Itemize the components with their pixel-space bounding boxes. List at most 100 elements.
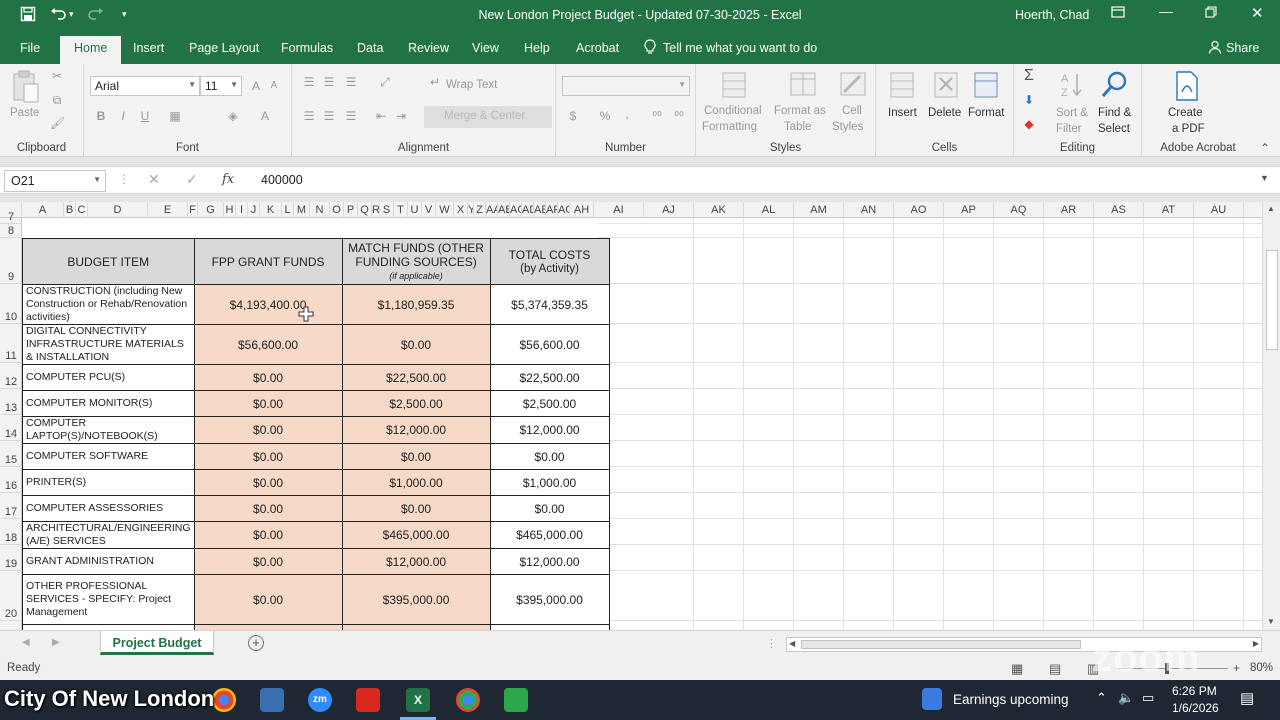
share-icon[interactable]	[1208, 40, 1222, 57]
column-header[interactable]: S	[380, 202, 394, 218]
excel-icon[interactable]: X	[406, 688, 430, 712]
column-header[interactable]: L	[282, 202, 294, 218]
cell-match-funds[interactable]: $465,000.00	[341, 521, 491, 549]
cell-match-funds[interactable]: $395,000.00	[341, 574, 491, 625]
column-header[interactable]: AJ	[644, 202, 694, 218]
row-header[interactable]: 14	[0, 415, 22, 441]
scroll-right-icon[interactable]: ▶	[1253, 639, 1259, 648]
acrobat-icon[interactable]	[356, 688, 380, 712]
add-sheet-icon[interactable]: +	[248, 635, 264, 651]
cell-match-funds[interactable]: $0.00	[341, 495, 491, 522]
column-header[interactable]: J	[248, 202, 260, 218]
increase-indent-icon[interactable]: ⇥	[394, 110, 408, 122]
column-header[interactable]: B	[64, 202, 76, 218]
paste-icon[interactable]	[12, 70, 40, 107]
cell-budget-item[interactable]: COMPUTER SOFTWARE	[22, 443, 195, 470]
font-name-select[interactable]: Arial ▼	[90, 76, 200, 96]
cancel-entry-icon[interactable]: ✕	[148, 171, 160, 188]
cell-budget-item[interactable]: GRANT ADMINISTRATION	[22, 548, 195, 575]
cell-grant-funds[interactable]: $0.00	[193, 521, 343, 549]
column-header[interactable]: I	[236, 202, 248, 218]
increase-font-icon[interactable]: A	[249, 80, 263, 92]
autosum-icon[interactable]: Σ	[1022, 68, 1036, 84]
font-color-icon[interactable]: A	[258, 110, 272, 122]
worksheet-grid[interactable]: ABCDEFGHIJKLMNOPQRSTUVWXYZAAABACADAEAFAG…	[0, 202, 1262, 630]
column-header[interactable]: AL	[744, 202, 794, 218]
normal-view-icon[interactable]: ▦	[1011, 661, 1023, 677]
column-header[interactable]: Z	[474, 202, 486, 218]
column-header[interactable]: V	[422, 202, 436, 218]
currency-button[interactable]: $	[566, 110, 580, 122]
horizontal-scroll-thumb[interactable]	[801, 640, 1081, 649]
align-top-icon[interactable]: ☰	[302, 76, 316, 88]
tab-page-layout[interactable]: Page Layout	[189, 41, 259, 55]
column-header[interactable]: D	[88, 202, 148, 218]
close-icon[interactable]: ✕	[1251, 4, 1264, 22]
expand-formula-bar-icon[interactable]: ▼	[1260, 173, 1269, 183]
cell-budget-item[interactable]: COMPUTER PCU(S)	[22, 364, 195, 391]
borders-icon[interactable]: ▦	[168, 110, 182, 122]
format-as-table-line1[interactable]: Format as	[774, 104, 826, 119]
cell-grant-funds[interactable]: $0.00	[193, 364, 343, 391]
earnings-widget-text[interactable]: Earnings upcoming	[953, 692, 1069, 707]
ribbon-display-options-icon[interactable]	[1111, 5, 1125, 22]
column-header[interactable]: AK	[694, 202, 744, 218]
cell-budget-item[interactable]: PRINTER(S)	[22, 469, 195, 496]
column-header[interactable]: AE	[534, 202, 546, 218]
column-header[interactable]: A	[22, 202, 64, 218]
tab-formulas[interactable]: Formulas	[281, 41, 333, 55]
cell-total-costs[interactable]: $0.00	[489, 443, 610, 470]
column-header[interactable]: N	[310, 202, 330, 218]
align-bottom-icon[interactable]: ☰	[344, 76, 358, 88]
cell-grant-funds[interactable]: $0.00	[193, 390, 343, 417]
cell-grant-funds[interactable]: $0.00	[193, 495, 343, 522]
confirm-entry-icon[interactable]: ✓	[186, 171, 198, 188]
cell-grant-funds[interactable]: $0.00	[193, 443, 343, 470]
cell-budget-item[interactable]: COMPUTER ASSESSORIES	[22, 495, 195, 522]
cell-grant-funds[interactable]: $0.00	[193, 469, 343, 496]
column-header[interactable]: H	[224, 202, 236, 218]
header-total-costs[interactable]: TOTAL COSTS (by Activity)	[489, 238, 610, 285]
column-header[interactable]: C	[76, 202, 88, 218]
cell-budget-item[interactable]: CONSTRUCTION (including New Construction…	[22, 284, 195, 325]
cell-total-costs[interactable]: $465,000.00	[489, 521, 610, 549]
cell-total-costs[interactable]: $1,000.00	[489, 469, 610, 496]
zoom-in-icon[interactable]: +	[1233, 661, 1240, 675]
outlook-icon[interactable]	[260, 688, 284, 712]
column-header[interactable]: K	[260, 202, 282, 218]
cell-budget-item[interactable]: COMPUTER LAPTOP(S)/NOTEBOOK(S)	[22, 416, 195, 444]
align-right-icon[interactable]: ☰	[344, 110, 358, 122]
column-header[interactable]: P	[344, 202, 358, 218]
align-left-icon[interactable]: ☰	[302, 110, 316, 122]
cut-icon[interactable]: ✂	[50, 70, 64, 82]
clock-time[interactable]: 6:26 PM	[1172, 684, 1217, 698]
copy-icon[interactable]: ⧉	[50, 94, 64, 106]
header-grant-funds[interactable]: FPP GRANT FUNDS	[193, 238, 343, 285]
column-header[interactable]: R	[372, 202, 380, 218]
italic-icon[interactable]: I	[116, 110, 130, 122]
cell-total-costs[interactable]: $395,000.00	[489, 574, 610, 625]
conditional-formatting-line1[interactable]: Conditional	[704, 104, 762, 119]
conditional-formatting-line2[interactable]: Formatting	[702, 120, 757, 135]
zoom-level[interactable]: 80%	[1250, 662, 1273, 674]
row-header[interactable]: 12	[0, 363, 22, 389]
column-header[interactable]: AF	[546, 202, 558, 218]
chevron-up-icon[interactable]: ⌃	[1096, 690, 1107, 706]
wrap-text-icon[interactable]: ↵	[428, 76, 442, 88]
increase-decimal-icon[interactable]: ⁰⁰	[650, 110, 664, 122]
cell-match-funds[interactable]: $0.00	[341, 443, 491, 470]
formula-input[interactable]: 400000	[261, 173, 303, 187]
scroll-up-icon[interactable]: ▲	[1267, 204, 1275, 213]
cell-match-funds[interactable]: $12,000.00	[341, 416, 491, 444]
column-header[interactable]: AR	[1044, 202, 1094, 218]
column-header[interactable]: AB	[498, 202, 510, 218]
cell-grant-funds[interactable]: $0.00	[193, 416, 343, 444]
restore-icon[interactable]	[1205, 5, 1217, 21]
row-header[interactable]: 10	[0, 284, 22, 324]
row-header[interactable]: 9	[0, 238, 22, 284]
zoom-app-icon[interactable]: zm	[308, 688, 332, 712]
clear-icon[interactable]: ◆	[1022, 118, 1036, 130]
row-header[interactable]: 19	[0, 545, 22, 571]
share-button[interactable]: Share	[1226, 41, 1259, 55]
tab-view[interactable]: View	[472, 41, 499, 55]
